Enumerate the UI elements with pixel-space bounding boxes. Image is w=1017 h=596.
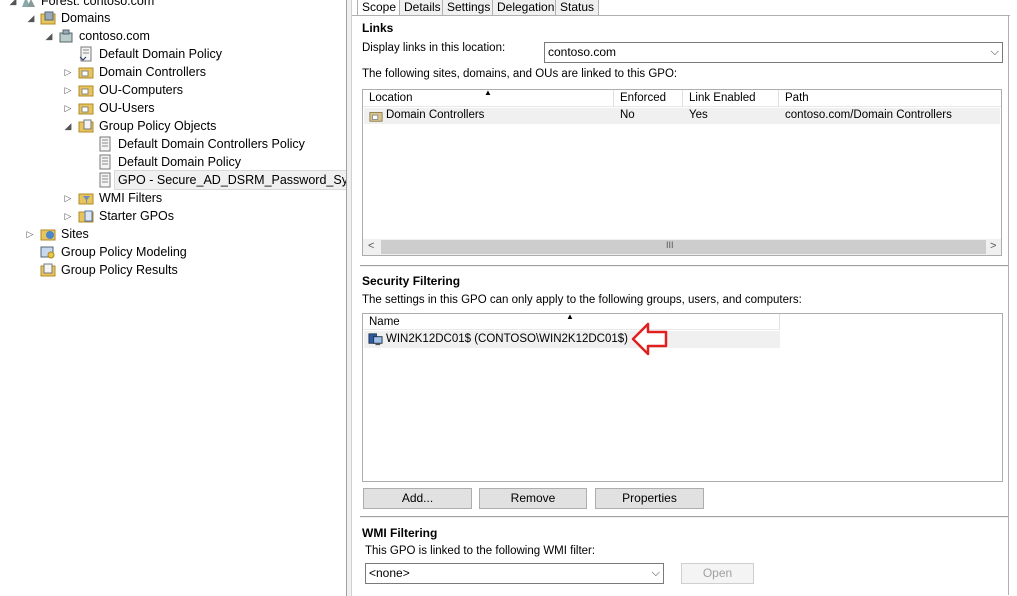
remove-button[interactable]: Remove	[479, 488, 587, 509]
expand-icon[interactable]: ▷	[63, 207, 73, 225]
column-header-location[interactable]: Location ▲	[363, 88, 614, 106]
tab-status[interactable]: Status	[555, 0, 600, 16]
expand-icon[interactable]: ▷	[63, 63, 73, 81]
tree-label-selected: GPO - Secure_AD_DSRM_Password_Sync	[114, 170, 346, 190]
details-pane: Scope Details Settings Delegation Status…	[352, 0, 1017, 596]
cell-enforced: No	[620, 109, 635, 121]
links-table[interactable]: Location ▲ Enforced Link Enabled Path Dom…	[362, 88, 1002, 256]
tree-label: Domains	[61, 11, 111, 25]
cell-path: contoso.com/Domain Controllers	[785, 109, 952, 121]
scroll-right-icon[interactable]: >	[990, 240, 996, 252]
security-entry-label: WIN2K12DC01$ (CONTOSO\WIN2K12DC01$)	[386, 333, 628, 345]
scrollbar-thumb[interactable]: III	[381, 240, 986, 254]
tree-label: Group Policy Modeling	[61, 245, 187, 259]
security-title: Security Filtering	[362, 274, 461, 288]
gpo-icon	[99, 172, 111, 188]
ou-folder-icon	[369, 112, 383, 122]
domain-icon	[59, 29, 73, 43]
sort-arrow-icon: ▲	[484, 88, 492, 97]
list-item[interactable]: WIN2K12DC01$ (CONTOSO\WIN2K12DC01$)	[364, 331, 780, 348]
gpo-folder-icon	[78, 119, 94, 133]
tab-details[interactable]: Details	[399, 0, 446, 16]
ou-folder-icon	[78, 103, 94, 115]
scroll-left-icon[interactable]: <	[368, 240, 374, 252]
tab-border	[352, 15, 1010, 16]
domains-folder-icon	[40, 11, 56, 25]
security-desc: The settings in this GPO can only apply …	[362, 294, 802, 306]
links-title: Links	[362, 21, 394, 35]
tree-label: Default Domain Policy	[118, 155, 241, 169]
chevron-down-icon: ⌵	[651, 567, 660, 579]
display-links-label: Display links in this location:	[362, 42, 506, 54]
tab-delegation[interactable]: Delegation	[492, 0, 560, 16]
ou-folder-icon	[78, 85, 94, 97]
expand-icon[interactable]: ▷	[63, 99, 73, 117]
cell-link-enabled: Yes	[689, 109, 708, 121]
location-value: contoso.com	[548, 45, 617, 59]
results-icon	[40, 263, 56, 277]
computer-icon	[368, 333, 383, 346]
collapse-icon[interactable]: ◢	[63, 117, 73, 135]
horizontal-scrollbar[interactable]: < III >	[363, 239, 1001, 255]
tab-scope[interactable]: Scope	[357, 0, 402, 16]
ou-folder-icon	[78, 67, 94, 79]
tree-label: Sites	[61, 227, 89, 241]
cell-location: Domain Controllers	[386, 109, 485, 121]
wmi-folder-icon	[78, 193, 94, 205]
gpo-icon	[99, 154, 111, 170]
sites-folder-icon	[40, 229, 56, 241]
pane-border	[1008, 15, 1009, 595]
collapse-icon[interactable]: ◢	[26, 9, 36, 27]
tree-label: Starter GPOs	[99, 209, 175, 223]
gpo-icon	[99, 136, 111, 152]
chevron-down-icon: ⌵	[990, 46, 999, 58]
expand-icon[interactable]: ▷	[63, 189, 73, 207]
column-header-enforced[interactable]: Enforced	[614, 90, 683, 106]
add-button[interactable]: Add...	[363, 488, 472, 509]
section-splitter[interactable]	[360, 516, 1008, 519]
column-header-path[interactable]: Path	[779, 90, 1001, 106]
tree-label: OU-Computers	[99, 83, 184, 97]
tree-label: Default Domain Policy	[99, 47, 222, 61]
expand-icon[interactable]: ▷	[25, 225, 35, 243]
location-dropdown[interactable]: contoso.com ⌵	[544, 42, 1003, 63]
wmi-title: WMI Filtering	[362, 526, 438, 540]
section-splitter[interactable]	[360, 265, 1008, 268]
properties-button[interactable]: Properties	[595, 488, 704, 509]
security-list[interactable]: Name ▲ WIN2K12DC01$ (CONTOSO\WIN2K12DC01$…	[362, 312, 1003, 482]
open-button[interactable]: Open	[681, 563, 754, 584]
arrow-annotation-icon	[631, 322, 668, 356]
modeling-icon	[40, 246, 55, 259]
console-tree: ◢ Forest: contoso.com ◢ Domains ◢ contos…	[0, 0, 346, 596]
starter-gpo-folder-icon	[78, 210, 94, 223]
tab-settings[interactable]: Settings	[442, 0, 496, 16]
collapse-icon[interactable]: ◢	[44, 27, 54, 45]
table-row[interactable]: Domain Controllers No Yes contoso.com/Do…	[364, 108, 1000, 124]
wmi-desc: This GPO is linked to the following WMI …	[365, 545, 596, 557]
links-desc: The following sites, domains, and OUs ar…	[362, 68, 678, 80]
column-label: Name	[369, 316, 400, 328]
tree-label: Group Policy Results	[61, 263, 178, 277]
sort-arrow-icon: ▲	[566, 312, 574, 321]
column-header-link-enabled[interactable]: Link Enabled	[683, 90, 779, 106]
tree-label: Group Policy Objects	[99, 119, 217, 133]
tree-label: WMI Filters	[99, 191, 163, 205]
links-header-row: Location ▲ Enforced Link Enabled Path	[363, 88, 1001, 107]
gpo-link-icon	[79, 46, 92, 62]
collapse-icon[interactable]: ◢	[8, 0, 18, 10]
wmi-filter-dropdown[interactable]: <none> ⌵	[365, 563, 664, 584]
expand-icon[interactable]: ▷	[63, 81, 73, 99]
column-header-name[interactable]: Name ▲	[363, 312, 780, 330]
forest-icon	[22, 0, 35, 7]
column-label: Location	[369, 92, 413, 104]
tree-label: Default Domain Controllers Policy	[118, 137, 305, 151]
tree-label: contoso.com	[79, 29, 150, 43]
grip-icon: III	[666, 240, 674, 250]
tree-label: Domain Controllers	[99, 65, 206, 79]
tree-label: OU-Users	[99, 101, 155, 115]
wmi-filter-value: <none>	[369, 566, 410, 580]
